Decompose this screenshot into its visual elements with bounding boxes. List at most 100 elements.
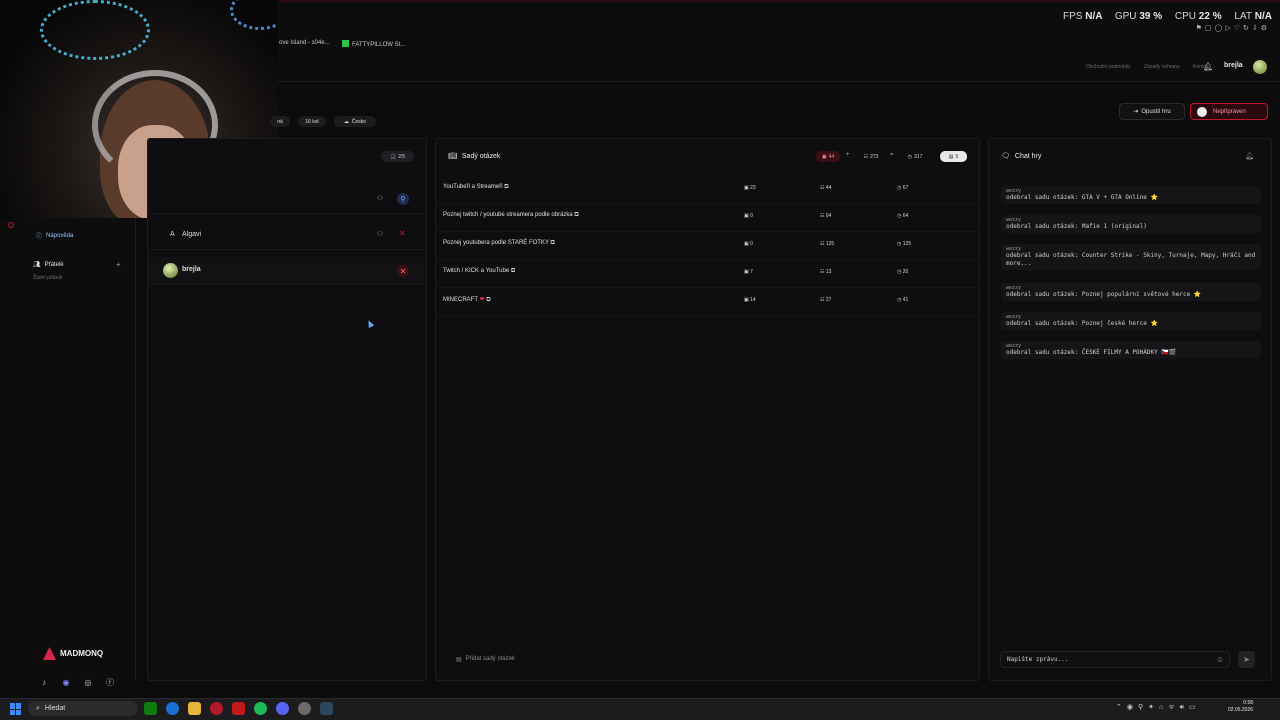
discord-icon[interactable] [276,702,289,715]
user-settings-icon[interactable]: ⚇ [377,230,383,238]
set-name[interactable]: Poznej twitch / youtube streamera podle … [443,212,579,219]
browser-icon[interactable] [166,702,179,715]
terms-link[interactable]: Obchodní podmínky [1086,64,1131,70]
set-total-count-value: 20 [902,269,909,275]
external-link-icon: ⧉ [510,268,516,274]
chat-message: wezzy odebral sadu otázek: Poznej české … [1001,312,1261,330]
help-icon: ⓘ [36,234,43,240]
set-image-count: ▣ 23 [744,185,756,191]
social-links: ♪ ◉ ◎ ⓕ [39,677,115,687]
cpu-label: CPU [1174,11,1197,22]
table-row [148,186,426,214]
player-name: Algavi [182,231,202,238]
bell-icon[interactable]: 🔔︎ [1245,152,1254,160]
obs-icon[interactable] [298,702,311,715]
book-icon: ▤ [948,153,954,160]
summary-b: 273 [870,153,879,160]
gpu-value: 39 % [1139,11,1163,22]
chat-text: odebral sadu otázek: Counter Strike - Sk… [1006,252,1256,267]
no-friends-text: Žádní přátelé [33,275,63,281]
chat-message: wezzy odebral sadu otázek: Poznej populá… [1001,283,1261,301]
privacy-link[interactable]: Zásady ochrany [1144,64,1180,70]
external-link-icon: ⧉ [550,240,555,246]
folder-icon[interactable] [188,702,201,715]
sidebar-item-help[interactable]: ⓘ Nápověda [36,231,73,241]
chat-message: wezzy odebral sadu otázek: GTA V + GTA O… [1001,186,1261,204]
user-badge-icon[interactable]: ⚲ [397,193,409,205]
facebook-icon[interactable]: ⓕ [105,677,115,687]
chat-header: 🗨︎ Chat hry [1001,152,1042,161]
avatar [163,263,178,278]
sets-count-badge[interactable]: ▤ 5 [940,151,967,162]
user-settings-icon[interactable]: ⚇ [377,194,383,202]
kick-player-button[interactable]: ✕ [399,229,406,238]
brand-logo[interactable]: MADMONQ [43,647,103,660]
browser-extension-icons[interactable]: ⚑▢◯▷♡↻⇩⚙ [1196,24,1270,32]
bookmark-1[interactable]: ove Island - s04e... [279,40,330,46]
set-name[interactable]: Twitch / KICK a YouTube ⧉ [443,268,515,275]
set-name-text: MINECRAFT [443,297,478,303]
ready-toggle-label: Nepřipraven [1213,108,1246,115]
instagram-icon[interactable]: ◎ [83,677,93,687]
madmonq-logo-icon [43,647,56,660]
ready-toggle[interactable]: Nepřipraven [1190,103,1268,120]
leave-game-button[interactable]: ⇥ Opustit hru [1119,103,1185,120]
bookmark-2-label: FATTYPILLOW St... [352,42,406,48]
external-link-icon: ⧉ [574,212,579,218]
windows-start-icon[interactable] [10,703,22,715]
tiktok-icon[interactable]: ♪ [39,677,49,687]
emoji-icon[interactable]: ☺ [1216,655,1224,664]
fairy-lights [40,0,150,60]
taskbar-clock[interactable]: 0:58 02.05.2026 [1228,700,1253,714]
chat-message: wezzy odebral sadu otázek: Mafie 1 (orig… [1001,215,1261,233]
add-question-set-button[interactable]: ▤ Přidat sadý otázek [450,651,542,667]
remove-player-button[interactable]: ✕ [397,265,409,277]
chip-rounds: 16 kol [298,116,326,127]
lat-label: LAT [1234,11,1252,22]
send-button[interactable]: ➤ [1238,651,1255,668]
browser-top-accent [278,0,1280,2]
fps-label: FPS [1062,11,1083,22]
set-text-count: ☷ 44 [820,185,832,191]
app-icon[interactable] [232,702,245,715]
avatar[interactable] [1253,60,1267,74]
spotify-icon[interactable] [254,702,267,715]
sidebar-item-friends[interactable]: 👥︎ Přátelé [33,261,64,269]
set-text-count-value: 64 [825,213,832,219]
leave-game-label: Opustit hru [1141,108,1171,115]
summary-a: 44 [828,153,835,160]
set-name[interactable]: Poznej youtubera podle STARÉ FOTKY ⧉ [443,240,555,247]
add-friend-button[interactable]: + [116,260,121,269]
set-name[interactable]: YouTubeři a Streameři ⧉ [443,184,509,191]
username[interactable]: brejla [1224,62,1243,69]
chat-icon: 🗨︎ [1001,153,1010,160]
players-count: 2/5 [398,153,406,160]
set-text-count-value: 125 [825,241,835,247]
brand-name: MADMONQ [60,649,104,658]
chat-text: odebral sadu otázek: Poznej české herce … [1006,320,1158,327]
set-name[interactable]: MINECRAFT ❤ ⧉ [443,296,491,304]
opera-icon[interactable] [210,702,223,715]
set-image-count-value: 0 [750,241,753,247]
set-text-count: ☷ 27 [820,297,832,303]
steam-icon[interactable] [320,702,333,715]
system-tray-icons[interactable]: ⌃◉⚲✦⌂ᯤ🔊︎▭ [1116,703,1201,712]
send-icon: ➤ [1243,655,1250,664]
taskbar-search[interactable]: ⌕ Hledat [28,701,138,716]
set-total-count: ◷ 125 [897,241,912,247]
plus-separator: + [846,152,850,158]
chip-mode: ná [270,116,290,127]
chat-input[interactable]: Napište zprávu... [1000,651,1230,668]
bookmark-2[interactable]: FATTYPILLOW St... [342,40,405,48]
cpu-value: 22 % [1198,11,1222,22]
xbox-icon[interactable] [144,702,157,715]
add-question-set-label: Přidat sadý otázek [465,656,516,662]
set-total-count: ◷ 20 [897,269,909,275]
equals-separator: = [890,152,894,158]
discord-icon[interactable]: ◉ [61,677,71,687]
set-text-count: ☷ 13 [820,269,832,275]
chat-title: Chat hry [1014,152,1042,160]
bell-icon[interactable]: 🔔︎ [1203,62,1213,71]
set-image-count: ▣ 14 [744,297,756,303]
chat-text: odebral sadu otázek: GTA V + GTA Online … [1006,194,1158,201]
